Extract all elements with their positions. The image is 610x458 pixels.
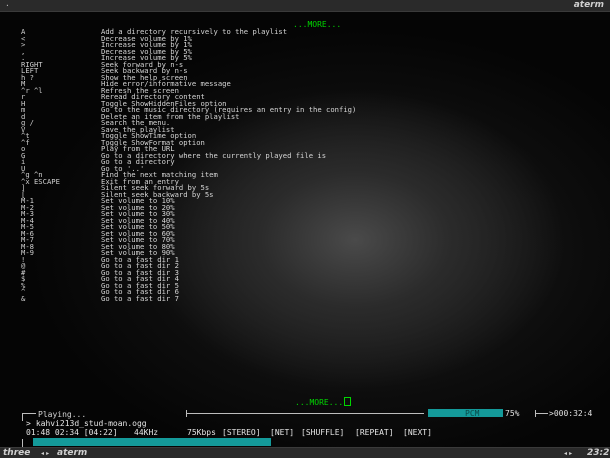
- next-indicator: [NEXT]: [403, 428, 432, 437]
- playback-status: Playing...: [38, 410, 87, 419]
- playback-time: 01:48 02:34 [04:22]: [26, 428, 118, 437]
- window-menu-icon[interactable]: ·: [5, 1, 10, 10]
- taskbar: three ◂ ▸ aterm ◂ ▸ 23:2: [0, 447, 610, 458]
- desktop: · aterm ...MORE... A Add a directory recu…: [0, 0, 610, 458]
- workspace-name[interactable]: three: [3, 448, 30, 458]
- text-cursor: [344, 397, 352, 406]
- taskbar-app-aterm[interactable]: aterm: [57, 448, 87, 458]
- window-switch-arrows-icon[interactable]: ◂ ▸: [564, 448, 572, 458]
- playlist-total-time: >000:32:4: [549, 409, 593, 418]
- frame-top-right: [536, 413, 548, 414]
- help-key: &: [21, 293, 26, 303]
- frame-left-top: [22, 413, 23, 421]
- frame-tick: [186, 410, 187, 417]
- clock: 23:2: [587, 448, 610, 458]
- bitrate: 75Kbps: [187, 428, 216, 437]
- window-title: aterm: [573, 0, 604, 10]
- workspace-switch-arrows-icon[interactable]: ◂ ▸: [41, 448, 49, 458]
- shuffle-indicator: [SHUFFLE]: [301, 428, 345, 437]
- current-file: > kahvi213d_stud-moan.ogg: [26, 419, 147, 428]
- player-info-panel: Playing... PCM 75% >000:32:4 > kahvi213d_…: [0, 406, 610, 447]
- frame-top-mid: [186, 413, 424, 414]
- repeat-indicator: [REPEAT]: [355, 428, 394, 437]
- net-indicator: [NET]: [270, 428, 295, 437]
- mixer-channel-name: PCM: [465, 409, 480, 418]
- help-keys-list[interactable]: A Add a directory recursively to the play…: [0, 28, 610, 303]
- frame-left-bottom: [22, 439, 23, 447]
- help-key-row[interactable]: & Go to a fast dir 7: [0, 293, 610, 303]
- help-key-description: Go to a fast dir 7: [101, 293, 179, 303]
- sample-rate: 44KHz: [134, 428, 159, 437]
- mixer-volume-value: 75%: [505, 409, 520, 418]
- stereo-indicator: [STEREO]: [222, 428, 261, 437]
- current-file-arrow: >: [26, 419, 31, 428]
- current-file-name: kahvi213d_stud-moan.ogg: [35, 419, 147, 428]
- more-indicator-top: ...MORE...: [293, 20, 342, 29]
- frame-top-left: [22, 413, 36, 414]
- playback-progress-bar[interactable]: [33, 438, 271, 446]
- terminal[interactable]: ...MORE... A Add a directory recursively …: [0, 11, 610, 447]
